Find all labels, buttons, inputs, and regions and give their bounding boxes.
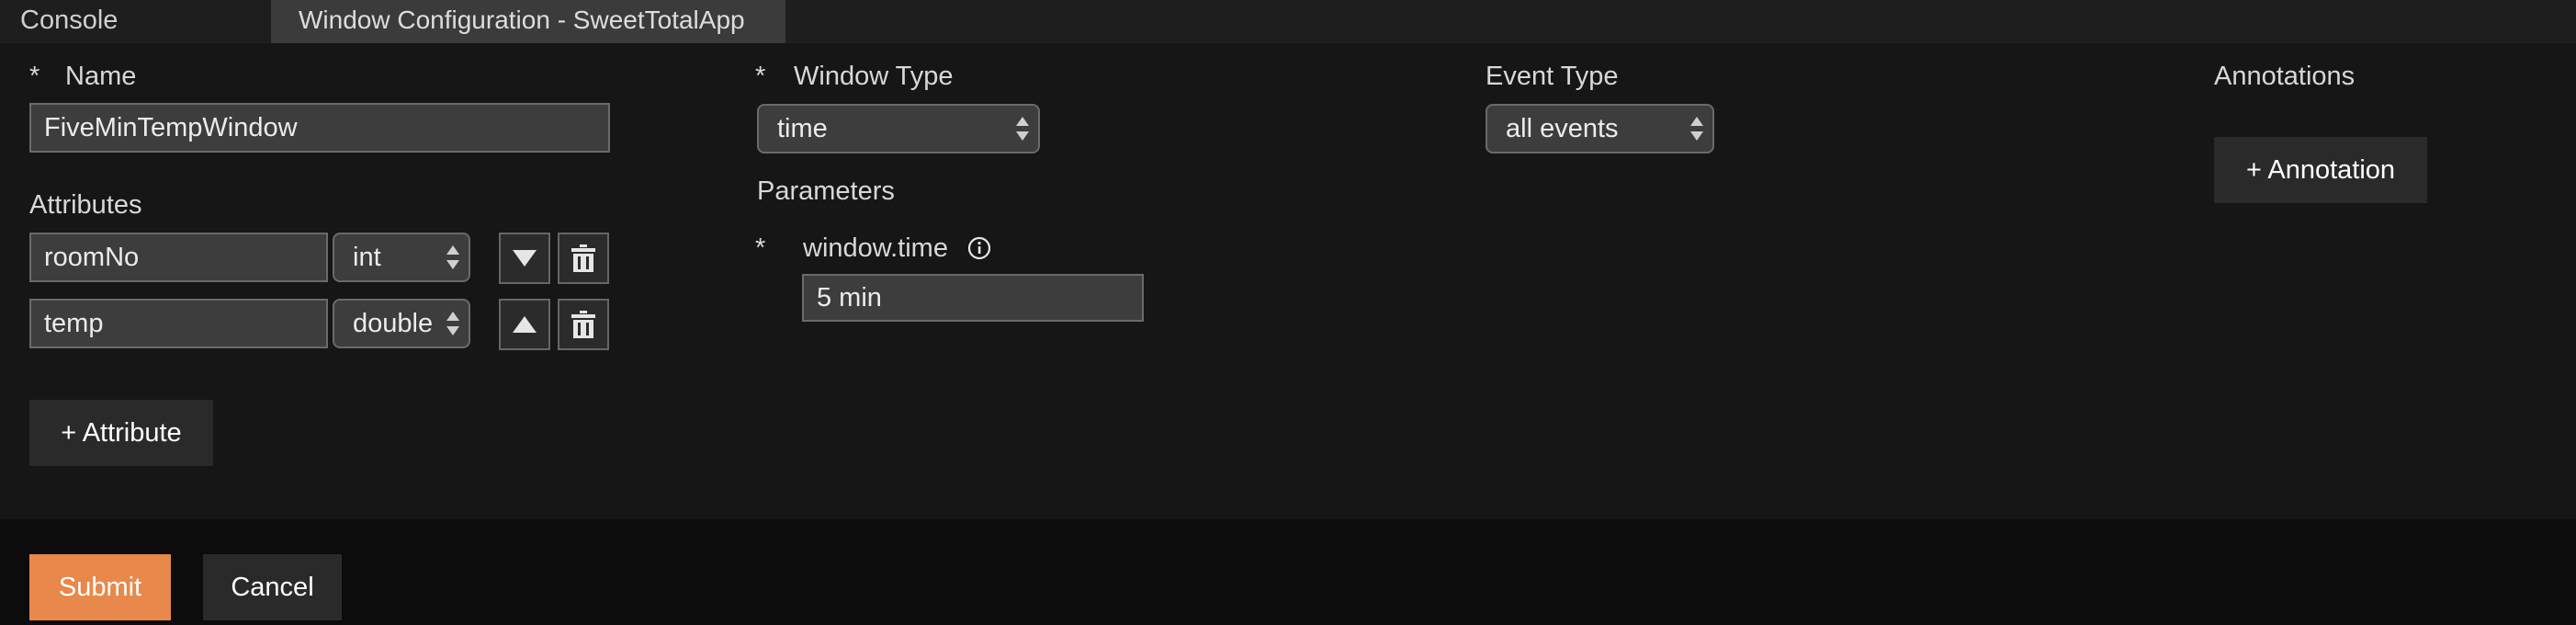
required-mark: *	[29, 62, 40, 91]
select-arrows-icon	[446, 245, 459, 269]
attribute-name-input[interactable]: roomNo	[29, 233, 328, 282]
window-type-label: Window Type	[794, 62, 954, 91]
submit-button[interactable]: Submit	[29, 554, 171, 620]
name-input[interactable]: FiveMinTempWindow	[29, 103, 610, 153]
name-label: Name	[65, 62, 137, 91]
cancel-button[interactable]: Cancel	[203, 554, 342, 620]
arrow-up-icon	[513, 316, 537, 333]
info-icon[interactable]	[967, 236, 991, 260]
window-type-select[interactable]: time	[757, 104, 1040, 153]
event-type-select[interactable]: all events	[1486, 104, 1714, 153]
tab-bar: Console Window Configuration - SweetTota…	[0, 0, 2576, 43]
annotations-label: Annotations	[2214, 62, 2356, 91]
select-arrows-icon	[1016, 117, 1029, 141]
add-annotation-button[interactable]: + Annotation	[2214, 137, 2427, 203]
parameters-label: Parameters	[757, 176, 895, 206]
parameter-name-label: window.time	[803, 233, 948, 263]
select-arrows-icon	[1690, 117, 1703, 141]
select-arrows-icon	[446, 312, 459, 335]
footer-bar: Submit Cancel	[0, 519, 2576, 625]
move-down-button[interactable]	[499, 233, 550, 284]
attribute-type-select[interactable]: int	[333, 233, 470, 282]
arrow-down-icon	[513, 250, 537, 267]
delete-attribute-button[interactable]	[558, 233, 609, 284]
move-up-button[interactable]	[499, 299, 550, 350]
required-mark: *	[755, 233, 766, 263]
window-config-form: * Name FiveMinTempWindow Attributes room…	[0, 43, 2576, 519]
trash-icon	[571, 244, 595, 272]
event-type-value: all events	[1506, 113, 1619, 143]
event-type-label: Event Type	[1486, 62, 1619, 91]
required-mark: *	[755, 62, 766, 91]
window-time-input[interactable]: 5 min	[802, 274, 1144, 322]
attribute-name-input[interactable]: temp	[29, 299, 328, 348]
attributes-label: Attributes	[29, 190, 142, 220]
trash-icon	[571, 311, 595, 338]
add-attribute-button[interactable]: + Attribute	[29, 400, 213, 466]
attribute-type-value: double	[353, 308, 434, 338]
delete-attribute-button[interactable]	[558, 299, 609, 350]
tab-window-configuration[interactable]: Window Configuration - SweetTotalApp	[271, 0, 785, 43]
tab-console[interactable]: Console	[20, 0, 118, 43]
window-type-value: time	[777, 113, 828, 143]
attribute-type-value: int	[353, 242, 381, 272]
attribute-type-select[interactable]: double	[333, 299, 470, 348]
